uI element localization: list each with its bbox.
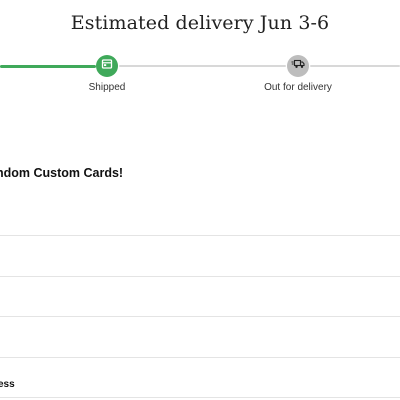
step-label-shipped: Shipped [88,82,126,93]
progress-line-pending-trailing [310,65,400,67]
row-divider [0,316,400,317]
row-divider [0,397,400,398]
progress-line-complete [0,65,96,68]
step-out-for-delivery [287,55,309,77]
order-item-heading: ndom Custom Cards! [0,166,124,180]
row-divider [0,276,400,277]
delivery-truck-icon [291,57,305,75]
estimated-delivery-heading: Estimated delivery Jun 3-6 [70,12,330,34]
progress-line-pending [119,65,286,67]
step-shipped [96,55,118,77]
package-icon [101,57,113,75]
step-label-out-for-delivery: Out for delivery [264,82,332,93]
row-divider [0,357,400,358]
order-tracking-page: Estimated delivery Jun 3-6 Shipped Out f… [0,0,400,400]
order-detail-row-label: ess [0,379,15,390]
row-divider [0,235,400,236]
